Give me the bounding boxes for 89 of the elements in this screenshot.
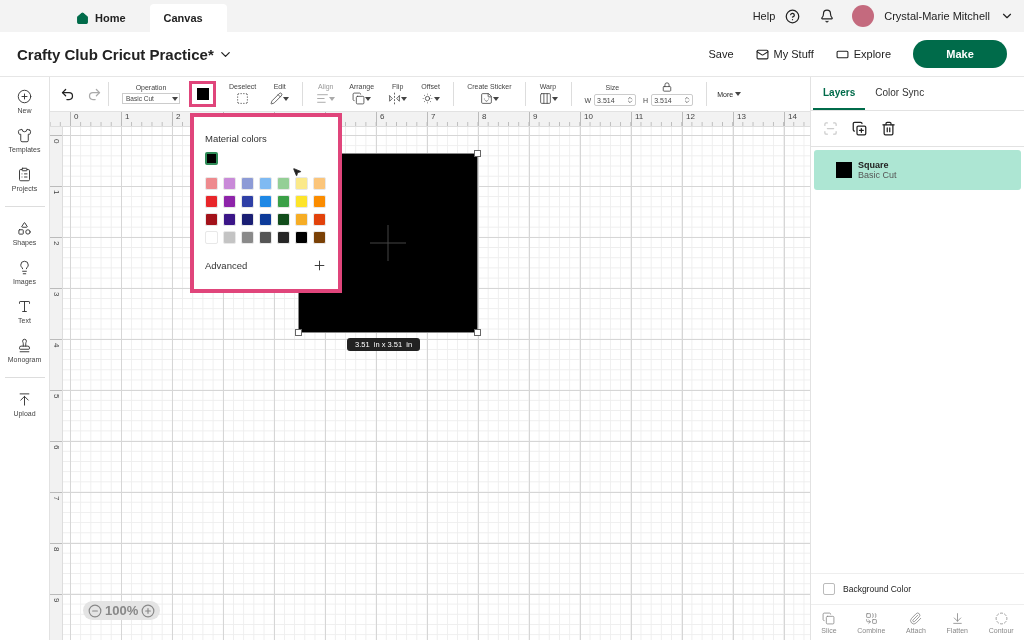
ruler-label: 3: [52, 292, 60, 297]
stamp-icon: [17, 338, 32, 353]
checkbox[interactable]: [823, 583, 835, 595]
lock-icon[interactable]: [662, 82, 673, 92]
trash-icon[interactable]: [881, 121, 896, 136]
ruler-label: 7: [52, 496, 60, 501]
ruler-label: 6: [52, 445, 60, 450]
ruler-label: 5: [52, 394, 60, 399]
caret-icon: [365, 96, 372, 101]
sticker-icon: [479, 92, 493, 105]
bell-icon[interactable]: [820, 9, 835, 23]
caret-icon: [492, 96, 499, 101]
caret-icon: [401, 96, 408, 101]
ruler-label: 9: [52, 598, 60, 603]
layer-name: Square: [858, 160, 890, 170]
paperclip-icon: [909, 611, 923, 625]
layer-row[interactable]: Square Basic Cut: [814, 150, 1021, 190]
arrow-down-icon: [950, 611, 964, 625]
stacked-squares-icon: [822, 611, 836, 625]
redo-icon[interactable]: [87, 86, 102, 102]
combine-icon: [864, 611, 878, 625]
ruler-label: 1: [125, 112, 130, 121]
user-name[interactable]: Crystal-Marie Mitchell: [884, 10, 990, 22]
plus-icon[interactable]: [312, 258, 327, 273]
project-title: Crafty Club Cricut Practice*: [17, 45, 214, 63]
cursor-icon: [292, 167, 302, 177]
make-button[interactable]: Make: [913, 40, 1007, 68]
spinner-icon[interactable]: [683, 96, 692, 104]
clipboard-icon: [17, 167, 32, 182]
bulb-icon: [17, 260, 32, 275]
columns-icon: [538, 92, 552, 105]
spinner-icon[interactable]: [626, 96, 635, 104]
panel-tab[interactable]: Color Sync: [865, 77, 935, 110]
caret-icon: [434, 96, 441, 101]
panel-tab[interactable]: Layers: [813, 77, 866, 110]
zoom-level: 100%: [105, 603, 139, 618]
dashed-square-icon: [236, 92, 250, 105]
zoom-out-icon[interactable]: [88, 603, 102, 618]
ruler-label: 8: [52, 547, 60, 552]
pencil-icon: [270, 92, 284, 105]
checkbox-label: Background Color: [843, 584, 912, 594]
ruler-label: 14: [788, 112, 797, 121]
ruler-label: 8: [482, 112, 487, 121]
header-link[interactable]: Save: [708, 48, 734, 60]
home-icon: [76, 11, 89, 25]
header-link[interactable]: My Stuff: [755, 47, 814, 61]
type-icon: [17, 299, 32, 314]
header-link[interactable]: Explore: [835, 47, 891, 61]
ruler-label: 4: [52, 343, 60, 348]
ruler-label: 0: [52, 139, 60, 144]
upload-icon: [17, 392, 32, 407]
top-tab[interactable]: Home: [62, 4, 150, 32]
mail-icon: [755, 47, 769, 61]
shirt-icon: [17, 128, 32, 143]
color-swatch[interactable]: [205, 152, 218, 165]
avatar[interactable]: [852, 5, 875, 27]
caret-icon: [329, 96, 336, 101]
ruler-label: 0: [74, 112, 79, 121]
ruler-label: 2: [176, 112, 181, 121]
ruler-label: 13: [737, 112, 746, 121]
caret-icon: [283, 96, 290, 101]
popover-title: Material colors: [205, 133, 268, 144]
help-icon[interactable]: [785, 8, 801, 24]
ruler-label: 9: [533, 112, 538, 121]
ruler-label: 11: [635, 112, 644, 121]
layer-operation: Basic Cut: [858, 170, 897, 180]
color-swatch-button[interactable]: [189, 81, 216, 107]
stacked-squares-icon: [352, 92, 366, 105]
ruler-label: 12: [686, 112, 695, 121]
align-icon: [316, 92, 330, 105]
caret-icon: [172, 96, 178, 101]
ruler-label: 7: [431, 112, 436, 121]
plus-circle-icon: [17, 89, 32, 104]
ruler-label: 6: [380, 112, 385, 121]
ruler-label: 2: [52, 241, 60, 246]
dashed-circle-icon: [994, 611, 1008, 625]
caret-icon: [735, 92, 742, 96]
zoom-in-icon[interactable]: [141, 603, 156, 618]
undo-icon[interactable]: [60, 86, 75, 102]
caret-icon: [551, 96, 558, 101]
advanced-label[interactable]: Advanced: [205, 260, 248, 271]
ruler-label: 1: [52, 190, 60, 195]
top-tab[interactable]: Canvas: [149, 4, 227, 32]
sun-icon: [421, 92, 435, 105]
flip-icon: [388, 92, 402, 105]
shapes-icon: [17, 221, 32, 236]
ruler-label: 10: [584, 112, 593, 121]
help-link[interactable]: Help: [752, 10, 776, 22]
duplicate-icon[interactable]: [852, 121, 867, 136]
